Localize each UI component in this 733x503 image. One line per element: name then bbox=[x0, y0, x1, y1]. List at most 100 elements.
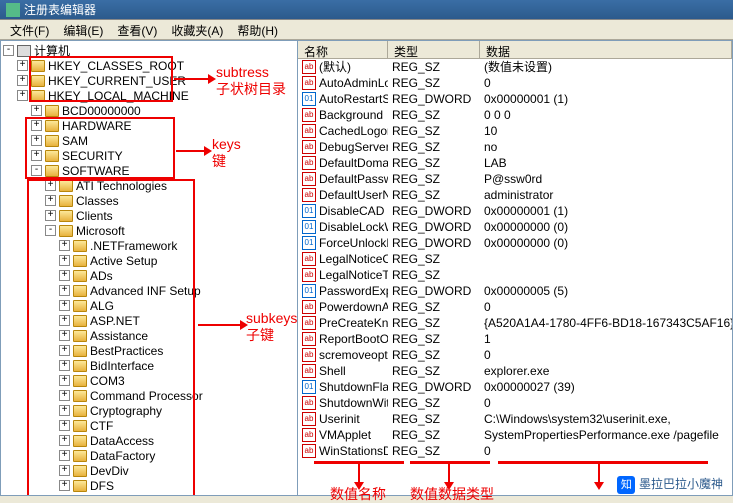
registry-value-row[interactable]: LegalNoticeCa...REG_SZ bbox=[298, 251, 732, 267]
registry-value-row[interactable]: ReportBootOkREG_SZ1 bbox=[298, 331, 732, 347]
expand-icon[interactable]: + bbox=[59, 330, 70, 341]
tree-key[interactable]: +SAM bbox=[1, 133, 297, 148]
registry-value-row[interactable]: DefaultUserNameREG_SZadministrator bbox=[298, 187, 732, 203]
registry-value-row[interactable]: PowerdownAfte...REG_SZ0 bbox=[298, 299, 732, 315]
expand-icon[interactable]: + bbox=[59, 300, 70, 311]
expand-icon[interactable]: + bbox=[31, 120, 42, 131]
registry-value-row[interactable]: ForceUnlockLogonREG_DWORD0x00000000 (0) bbox=[298, 235, 732, 251]
registry-value-row[interactable]: LegalNoticeTextREG_SZ bbox=[298, 267, 732, 283]
expand-icon[interactable]: - bbox=[3, 45, 14, 56]
tree-hive[interactable]: +HKEY_LOCAL_MACHINE bbox=[1, 88, 297, 103]
registry-value-row[interactable]: ShutdownFlagsREG_DWORD0x00000027 (39) bbox=[298, 379, 732, 395]
expand-icon[interactable]: + bbox=[59, 240, 70, 251]
tree-subkey[interactable]: +BidInterface bbox=[1, 358, 297, 373]
tree-subkey[interactable]: +BestPractices bbox=[1, 343, 297, 358]
registry-value-row[interactable]: WinStationsDi...REG_SZ0 bbox=[298, 443, 732, 459]
expand-icon[interactable]: + bbox=[59, 495, 70, 496]
registry-value-row[interactable]: ShellREG_SZexplorer.exe bbox=[298, 363, 732, 379]
expand-icon[interactable]: + bbox=[17, 75, 28, 86]
registry-value-row[interactable]: AutoRestartShellREG_DWORD0x00000001 (1) bbox=[298, 91, 732, 107]
registry-value-row[interactable]: PreCreateKnow...REG_SZ{A520A1A4-1780-4FF… bbox=[298, 315, 732, 331]
expand-icon[interactable]: + bbox=[31, 135, 42, 146]
tree-subkey[interactable]: -Microsoft bbox=[1, 223, 297, 238]
value-list-pane[interactable]: 名称 类型 数据 (默认)REG_SZ(数值未设置)AutoAdminLogon… bbox=[298, 40, 733, 496]
expand-icon[interactable]: + bbox=[31, 105, 42, 116]
registry-value-row[interactable]: DebugServerCo...REG_SZno bbox=[298, 139, 732, 155]
menu-edit[interactable]: 编辑(E) bbox=[57, 22, 109, 37]
tree-subkey[interactable]: +Command Processor bbox=[1, 388, 297, 403]
value-data-cell: 0 bbox=[480, 299, 732, 315]
expand-icon[interactable]: - bbox=[45, 225, 56, 236]
expand-icon[interactable]: + bbox=[59, 465, 70, 476]
expand-icon[interactable]: + bbox=[59, 345, 70, 356]
registry-value-row[interactable]: scremoveoptionREG_SZ0 bbox=[298, 347, 732, 363]
value-name-cell: (默认) bbox=[298, 59, 388, 75]
menu-help[interactable]: 帮助(H) bbox=[231, 22, 284, 37]
tree-key[interactable]: +HARDWARE bbox=[1, 118, 297, 133]
expand-icon[interactable]: + bbox=[59, 390, 70, 401]
tree-subkey[interactable]: +ATI Technologies bbox=[1, 178, 297, 193]
expand-icon[interactable]: + bbox=[17, 60, 28, 71]
expand-icon[interactable]: - bbox=[31, 165, 42, 176]
tree-root[interactable]: -计算机 bbox=[1, 43, 297, 58]
menu-view[interactable]: 查看(V) bbox=[111, 22, 163, 37]
tree-key[interactable]: +BCD00000000 bbox=[1, 103, 297, 118]
expand-icon[interactable]: + bbox=[17, 90, 28, 101]
tree-subkey[interactable]: +ASP.NET bbox=[1, 313, 297, 328]
expand-icon[interactable]: + bbox=[59, 480, 70, 491]
registry-value-row[interactable]: BackgroundREG_SZ0 0 0 bbox=[298, 107, 732, 123]
expand-icon[interactable]: + bbox=[45, 180, 56, 191]
tree-subkey[interactable]: +Assistance bbox=[1, 328, 297, 343]
tree-subkey[interactable]: +ALG bbox=[1, 298, 297, 313]
registry-value-row[interactable]: ShutdownWitho...REG_SZ0 bbox=[298, 395, 732, 411]
column-type[interactable]: 类型 bbox=[388, 41, 480, 58]
tree-subkey[interactable]: +DataFactory bbox=[1, 448, 297, 463]
menu-file[interactable]: 文件(F) bbox=[4, 22, 55, 37]
expand-icon[interactable]: + bbox=[59, 375, 70, 386]
expand-icon[interactable]: + bbox=[45, 210, 56, 221]
registry-value-row[interactable]: PasswordExpir...REG_DWORD0x00000005 (5) bbox=[298, 283, 732, 299]
tree-hive[interactable]: +HKEY_CLASSES_ROOT bbox=[1, 58, 297, 73]
registry-value-row[interactable]: (默认)REG_SZ(数值未设置) bbox=[298, 59, 732, 75]
expand-icon[interactable]: + bbox=[59, 405, 70, 416]
registry-value-row[interactable]: UserinitREG_SZC:\Windows\system32\userin… bbox=[298, 411, 732, 427]
expand-icon[interactable]: + bbox=[59, 420, 70, 431]
expand-icon[interactable]: + bbox=[45, 195, 56, 206]
tree-hive[interactable]: +HKEY_CURRENT_USER bbox=[1, 73, 297, 88]
registry-value-row[interactable]: CachedLogonsC...REG_SZ10 bbox=[298, 123, 732, 139]
tree-subkey[interactable]: +ADs bbox=[1, 268, 297, 283]
tree-subkey[interactable]: +Classes bbox=[1, 193, 297, 208]
tree-subkey[interactable]: +DirectDraw bbox=[1, 493, 297, 496]
tree-subkey[interactable]: + Clients bbox=[1, 208, 297, 223]
registry-tree-pane[interactable]: -计算机+HKEY_CLASSES_ROOT+HKEY_CURRENT_USER… bbox=[0, 40, 298, 496]
column-data[interactable]: 数据 bbox=[480, 41, 732, 58]
tree-subkey[interactable]: +DevDiv bbox=[1, 463, 297, 478]
tree-subkey[interactable]: +CTF bbox=[1, 418, 297, 433]
tree-key[interactable]: -SOFTWARE bbox=[1, 163, 297, 178]
column-name[interactable]: 名称 bbox=[298, 41, 388, 58]
expand-icon[interactable]: + bbox=[59, 270, 70, 281]
tree-subkey[interactable]: +COM3 bbox=[1, 373, 297, 388]
tree-subkey[interactable]: +Advanced INF Setup bbox=[1, 283, 297, 298]
registry-value-row[interactable]: VMAppletREG_SZSystemPropertiesPerformanc… bbox=[298, 427, 732, 443]
tree-key[interactable]: +SECURITY bbox=[1, 148, 297, 163]
expand-icon[interactable]: + bbox=[59, 255, 70, 266]
registry-value-row[interactable]: DisableLockWo...REG_DWORD0x00000000 (0) bbox=[298, 219, 732, 235]
expand-icon[interactable]: + bbox=[59, 360, 70, 371]
tree-subkey[interactable]: +.NETFramework bbox=[1, 238, 297, 253]
tree-subkey[interactable]: +Active Setup bbox=[1, 253, 297, 268]
expand-icon[interactable]: + bbox=[31, 150, 42, 161]
tree-subkey[interactable]: +DFS bbox=[1, 478, 297, 493]
expand-icon[interactable]: + bbox=[59, 450, 70, 461]
expand-icon[interactable]: + bbox=[59, 285, 70, 296]
registry-value-row[interactable]: DefaultPasswordREG_SZP@ssw0rd bbox=[298, 171, 732, 187]
tree-subkey[interactable]: +Cryptography bbox=[1, 403, 297, 418]
menu-favorites[interactable]: 收藏夹(A) bbox=[165, 22, 229, 37]
expand-icon[interactable]: + bbox=[59, 435, 70, 446]
registry-value-row[interactable]: DefaultDomain...REG_SZLAB bbox=[298, 155, 732, 171]
registry-value-row[interactable]: DisableCADREG_DWORD0x00000001 (1) bbox=[298, 203, 732, 219]
tree-label: Clients bbox=[76, 209, 113, 223]
expand-icon[interactable]: + bbox=[59, 315, 70, 326]
registry-value-row[interactable]: AutoAdminLogonREG_SZ0 bbox=[298, 75, 732, 91]
tree-subkey[interactable]: +DataAccess bbox=[1, 433, 297, 448]
